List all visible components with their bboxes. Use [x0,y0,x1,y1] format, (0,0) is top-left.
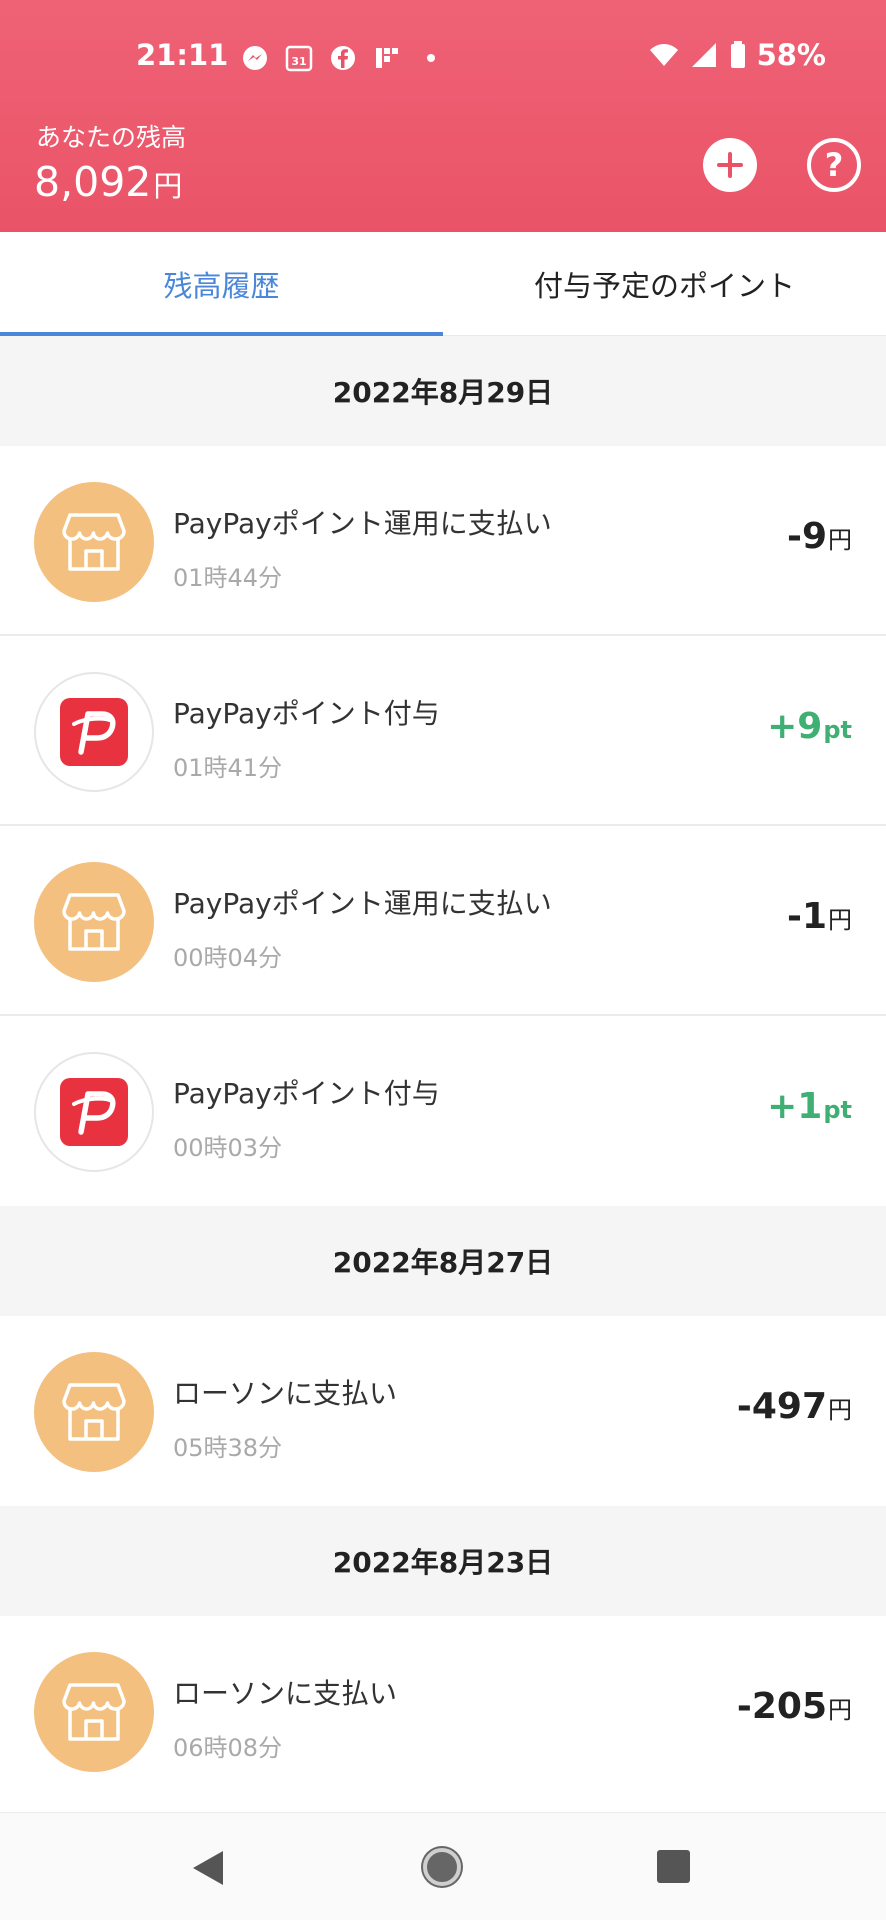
paypay-logo-mark [60,1078,128,1146]
transaction-title: ローソンに支払い [173,1677,398,1710]
wifi-icon [649,40,679,70]
transaction-list: 2022年8月29日 PayPayポイント運用に支払い 01時44分 -9 円 PayPa… [0,336,886,1806]
transaction-title: PayPayポイント付与 [173,697,440,730]
transaction-time: 00時04分 [173,944,283,972]
amount-unit: 円 [828,1396,852,1424]
app-icon [372,43,402,73]
add-money-button[interactable] [703,138,757,192]
transaction-time: 01時41分 [173,754,283,782]
transaction-time: 00時03分 [173,1134,283,1162]
amount-value: -205 [736,1686,827,1727]
transaction-amount: -9 円 [787,516,852,557]
facebook-icon [328,43,358,73]
home-icon[interactable] [423,1848,461,1886]
balance-display: 8,092 円 [34,158,182,206]
store-icon [34,862,154,982]
amount-unit: 円 [828,906,852,934]
amount-value: -9 [787,516,827,557]
transaction-time: 01時44分 [173,564,283,592]
store-icon [34,1652,154,1772]
calendar-icon: 31 [284,43,314,73]
tab-balance-history[interactable]: 残高履歴 [0,232,443,336]
transaction-amount: -205 円 [737,1686,852,1727]
transaction-title: PayPayポイント付与 [173,1077,440,1110]
dot-icon [416,43,446,73]
help-button[interactable]: ? [807,138,861,192]
amount-unit: 円 [828,526,852,554]
app-header: 21:11 31 58% あなたの残高 8,092 円 ? [0,0,886,232]
recents-icon[interactable] [657,1850,690,1883]
battery-percent: 58% [756,38,826,72]
back-icon[interactable] [193,1851,223,1885]
notification-icons: 31 [240,40,446,76]
transaction-title: PayPayポイント運用に支払い [173,887,552,920]
transaction-row[interactable]: PayPayポイント運用に支払い 01時44分 -9 円 [0,446,886,636]
calendar-day-text: 31 [291,55,306,68]
amount-value: +1 [767,1086,823,1127]
transaction-row[interactable]: PayPayポイント運用に支払い 00時04分 -1 円 [0,826,886,1016]
date-header: 2022年8月23日 [0,1506,886,1616]
transaction-time: 06時08分 [173,1734,283,1762]
date-header: 2022年8月27日 [0,1206,886,1316]
transaction-row[interactable]: ローソンに支払い 05時38分 -497 円 [0,1316,886,1506]
battery-icon [729,40,747,70]
balance-amount: 8,092 [34,158,152,206]
store-icon [34,1352,154,1472]
question-mark-icon: ? [824,146,844,184]
transaction-title: ローソンに支払い [173,1377,398,1410]
tab-bar: 残高履歴 付与予定のポイント [0,232,886,336]
paypay-logo-icon [34,1052,154,1172]
date-header: 2022年8月29日 [0,336,886,446]
transaction-amount: -497 円 [737,1386,852,1427]
amount-value: -497 [736,1386,827,1427]
balance-unit: 円 [153,169,183,203]
status-bar: 21:11 31 58% [0,0,886,110]
transaction-row[interactable]: PayPayポイント付与 01時41分 +9 pt [0,636,886,826]
system-nav-bar [0,1812,886,1920]
paypay-logo-icon [34,672,154,792]
transaction-amount: +9 pt [767,706,852,747]
transaction-row[interactable]: ローソンに支払い 06時08分 -205 円 [0,1616,886,1806]
transaction-amount: +1 pt [767,1086,852,1127]
balance-label: あなたの残高 [36,123,187,152]
transaction-time: 05時38分 [173,1434,283,1462]
transaction-row[interactable]: PayPayポイント付与 00時03分 +1 pt [0,1016,886,1206]
messenger-icon [240,43,270,73]
amount-value: +9 [767,706,823,747]
amount-value: -1 [787,896,827,937]
amount-unit: 円 [828,1696,852,1724]
tab-scheduled-points[interactable]: 付与予定のポイント [443,232,886,336]
status-time: 21:11 [136,38,229,72]
store-icon [34,482,154,602]
amount-unit: pt [823,1096,852,1124]
status-right: 58% [649,38,826,72]
signal-icon [689,40,719,70]
amount-unit: pt [823,716,852,744]
transaction-title: PayPayポイント運用に支払い [173,507,552,540]
paypay-logo-mark [60,698,128,766]
transaction-amount: -1 円 [787,896,852,937]
